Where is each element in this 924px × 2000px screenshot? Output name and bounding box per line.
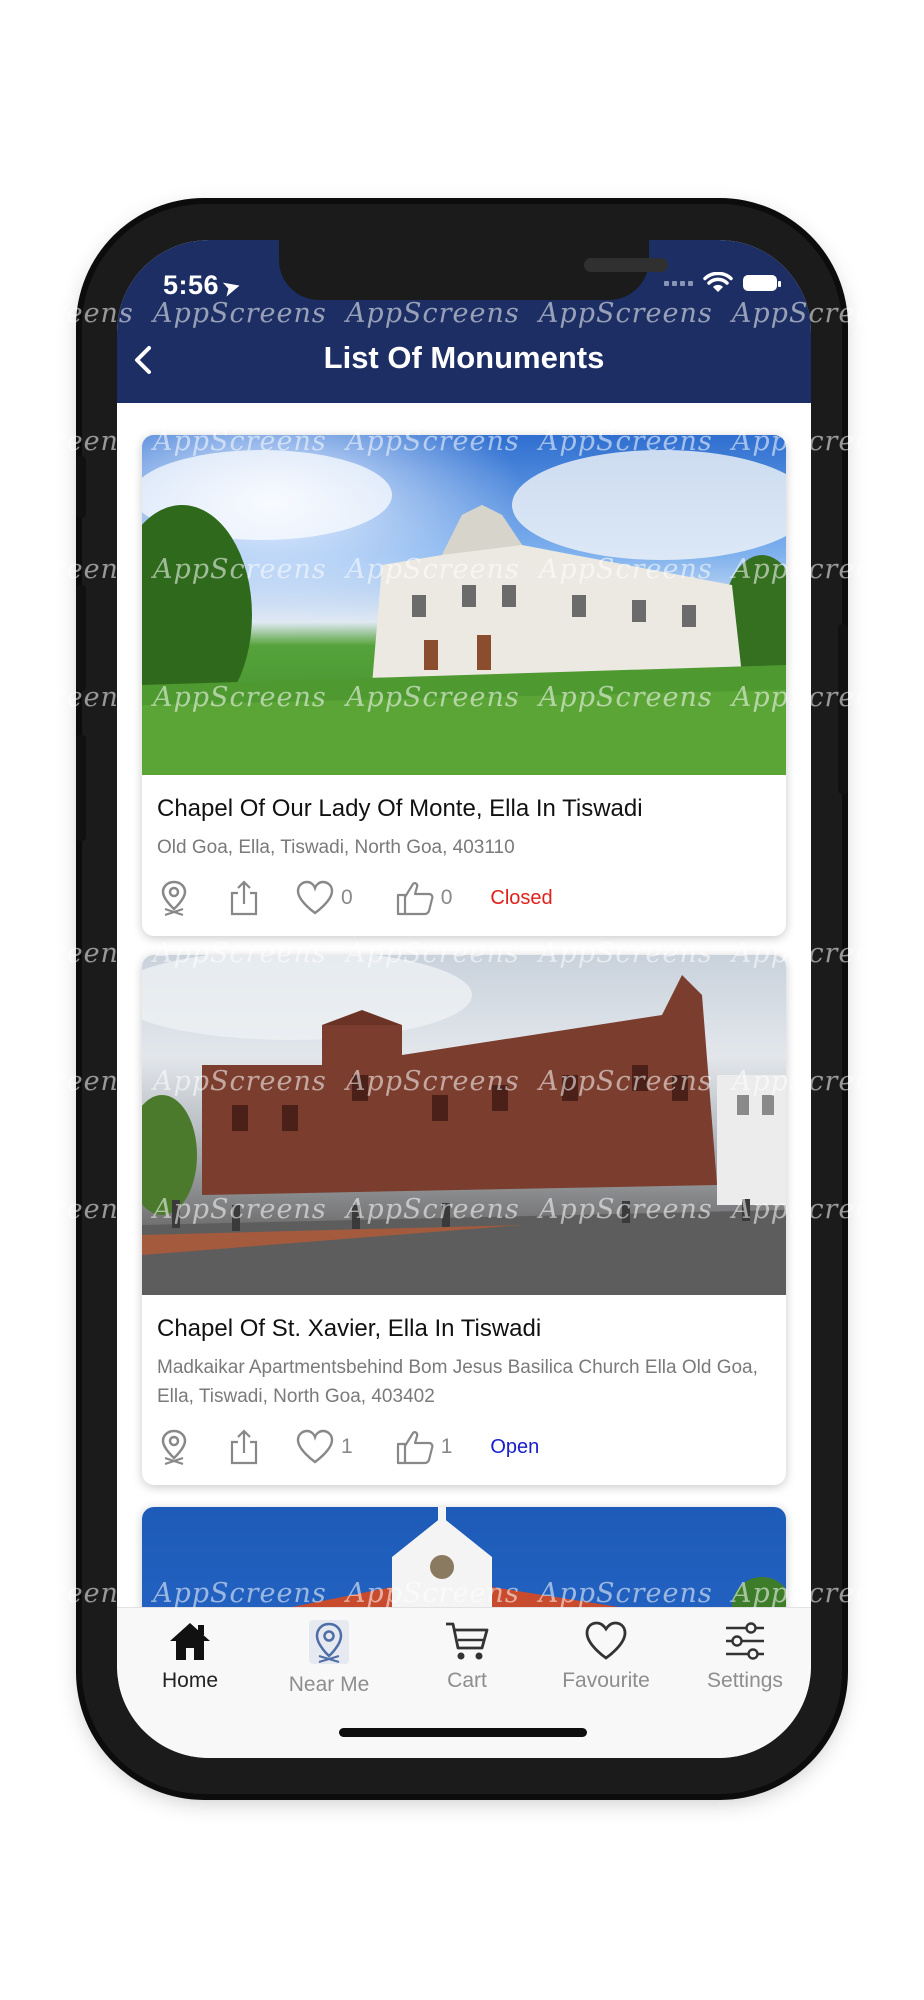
volume-down-button xyxy=(76,735,86,841)
power-button xyxy=(838,624,848,794)
favourite-heart-icon[interactable] xyxy=(295,880,335,916)
monument-address: Old Goa, Ella, Tiswadi, North Goa, 40311… xyxy=(157,837,515,858)
nav-header: 5:56➤ List Of Monuments xyxy=(117,240,811,403)
monument-photo[interactable] xyxy=(142,435,786,775)
tab-label: Home xyxy=(161,1669,219,1692)
monument-photo[interactable] xyxy=(142,1507,786,1607)
favourite-count: 0 xyxy=(341,886,353,909)
favourite-count: 1 xyxy=(341,1435,353,1458)
like-count: 1 xyxy=(440,1435,453,1458)
tab-cart[interactable]: Cart xyxy=(398,1620,536,1693)
notch xyxy=(279,240,668,300)
status-indicators xyxy=(664,272,781,294)
home-indicator xyxy=(339,1728,587,1737)
card-actions: 1 1 Open xyxy=(157,1421,771,1473)
page-title: List Of Monuments xyxy=(323,340,605,375)
cart-icon xyxy=(446,1622,489,1660)
sliders-icon xyxy=(726,1622,764,1660)
like-thumbs-up-icon[interactable] xyxy=(395,880,435,916)
share-icon[interactable] xyxy=(227,1428,261,1466)
tab-label: Settings xyxy=(707,1669,783,1692)
map-pin-icon xyxy=(309,1620,349,1664)
wifi-icon xyxy=(703,272,733,292)
like-count: 0 xyxy=(440,886,453,909)
tab-label: Favourite xyxy=(562,1669,650,1692)
app-screen: 5:56➤ List Of Monuments Chapel Of Our La… xyxy=(117,240,811,1758)
location-arrow-icon: ➤ xyxy=(220,275,243,301)
home-icon xyxy=(170,1623,210,1660)
monument-address: Madkaikar Apartmentsbehind Bom Jesus Bas… xyxy=(157,1357,758,1407)
monument-card[interactable]: Chapel Of St. Xavier, Ella In Tiswadi Ma… xyxy=(142,955,786,1485)
battery-icon xyxy=(743,275,781,291)
monument-card[interactable] xyxy=(142,1507,786,1607)
directions-pin-icon[interactable] xyxy=(157,879,191,917)
card-actions: 0 0 Closed xyxy=(157,872,771,924)
tab-label: Near Me xyxy=(288,1673,370,1696)
share-icon[interactable] xyxy=(227,879,261,917)
heart-icon xyxy=(585,1621,627,1660)
tab-label: Cart xyxy=(447,1669,487,1692)
mute-switch xyxy=(76,456,86,518)
status-time: 5:56➤ xyxy=(163,270,243,301)
tab-favourite[interactable]: Favourite xyxy=(537,1620,675,1693)
open-status-badge: Closed xyxy=(490,886,553,909)
tab-near-me[interactable]: Near Me xyxy=(260,1620,398,1697)
favourite-heart-icon[interactable] xyxy=(295,1429,335,1465)
monument-photo[interactable] xyxy=(142,955,786,1295)
monument-card[interactable]: Chapel Of Our Lady Of Monte, Ella In Tis… xyxy=(142,435,786,936)
tab-settings[interactable]: Settings xyxy=(676,1620,811,1693)
cellular-signal-icon xyxy=(664,280,693,286)
directions-pin-icon[interactable] xyxy=(157,1428,191,1466)
monument-name: Chapel Of Our Lady Of Monte, Ella In Tis… xyxy=(157,795,643,822)
monument-list[interactable]: Chapel Of Our Lady Of Monte, Ella In Tis… xyxy=(117,403,811,1607)
open-status-badge: Open xyxy=(490,1435,540,1458)
like-thumbs-up-icon[interactable] xyxy=(395,1429,435,1465)
tab-home[interactable]: Home xyxy=(121,1620,259,1693)
volume-up-button xyxy=(76,585,86,691)
monument-name: Chapel Of St. Xavier, Ella In Tiswadi xyxy=(157,1315,542,1342)
